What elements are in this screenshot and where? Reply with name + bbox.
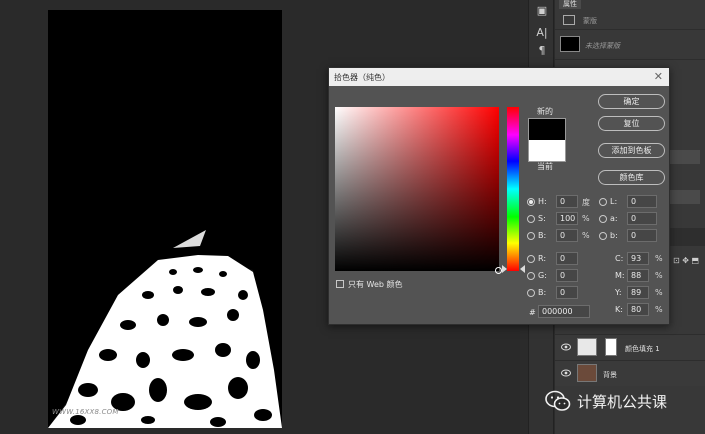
ok-button[interactable]: 确定	[598, 94, 665, 109]
yellow-input[interactable]: 89	[627, 286, 649, 299]
no-mask-row: 未选择蒙版	[555, 30, 705, 60]
color-libraries-button[interactable]: 颜色库	[598, 170, 665, 185]
canvas-artwork	[48, 230, 282, 428]
background-layer-thumbnail	[577, 364, 597, 382]
green-label: G:	[538, 271, 547, 280]
history-icon[interactable]: ▣	[532, 2, 552, 20]
new-color-swatch	[528, 118, 566, 140]
dialog-titlebar[interactable]: 拾色器（纯色） ✕	[329, 68, 669, 86]
blue-label: B:	[538, 288, 547, 297]
green-radio[interactable]	[527, 272, 535, 280]
hex-label: #	[529, 308, 536, 317]
brightness-radio[interactable]	[527, 232, 535, 240]
hue-slider[interactable]	[507, 107, 519, 271]
dialog-title: 拾色器（纯色）	[334, 73, 390, 82]
lab-a-radio[interactable]	[599, 215, 607, 223]
hue-slider-left-arrow[interactable]	[502, 265, 507, 273]
new-color-label: 新的	[537, 107, 553, 116]
brightness-label: B:	[538, 231, 547, 240]
layer-name: 颜色填充 1	[625, 345, 660, 353]
document-canvas[interactable]: WWW.16XX8.COM	[48, 10, 282, 428]
brightness-input[interactable]: 0	[556, 229, 578, 242]
lab-l-input[interactable]: 0	[627, 195, 657, 208]
yellow-label: Y:	[615, 288, 622, 297]
black-label: K:	[615, 305, 623, 314]
visibility-eye-icon[interactable]	[561, 369, 571, 377]
lab-b-radio[interactable]	[599, 232, 607, 240]
red-radio[interactable]	[527, 255, 535, 263]
no-mask-label: 未选择蒙版	[585, 42, 620, 50]
magenta-input[interactable]: 88	[627, 269, 649, 282]
fill-layer-thumbnail	[577, 338, 597, 356]
white-splatter-road	[48, 255, 282, 428]
black-input[interactable]: 80	[627, 303, 649, 316]
brand-watermark: 计算机公共课	[545, 390, 667, 412]
blue-input[interactable]: 0	[556, 286, 578, 299]
panel-control-b[interactable]	[670, 190, 700, 204]
layer-mask-thumbnail	[605, 338, 617, 356]
brightness-unit: %	[582, 231, 590, 240]
lab-l-radio[interactable]	[599, 198, 607, 206]
magenta-unit: %	[655, 271, 663, 280]
cyan-unit: %	[655, 254, 663, 263]
web-colors-only-checkbox[interactable]	[336, 280, 344, 288]
canvas-watermark: WWW.16XX8.COM	[52, 408, 119, 416]
color-field[interactable]	[335, 107, 499, 271]
layer-row[interactable]: 背景	[555, 360, 705, 386]
mask-thumbnail	[560, 36, 580, 52]
yellow-unit: %	[655, 288, 663, 297]
layer-name: 背景	[603, 371, 617, 379]
visibility-eye-icon[interactable]	[561, 343, 571, 351]
color-field-marker[interactable]	[495, 267, 502, 274]
hue-input[interactable]: 0	[556, 195, 578, 208]
character-icon[interactable]: A|	[532, 24, 552, 42]
brand-text: 计算机公共课	[577, 392, 668, 411]
reset-button[interactable]: 复位	[598, 116, 665, 131]
add-to-swatches-button[interactable]: 添加到色板	[598, 143, 665, 158]
current-color-label: 当前	[537, 162, 553, 171]
red-input[interactable]: 0	[556, 252, 578, 265]
hue-slider-right-arrow[interactable]	[520, 265, 525, 273]
current-color-swatch[interactable]	[528, 140, 566, 162]
magenta-label: M:	[615, 271, 625, 280]
wechat-icon	[545, 390, 571, 411]
blue-radio[interactable]	[527, 289, 535, 297]
saturation-radio[interactable]	[527, 215, 535, 223]
cyan-input[interactable]: 93	[627, 252, 649, 265]
color-picker-dialog: 拾色器（纯色） ✕ 新的 当前 确定 复位 添加到色板 颜色库 H: 0 度 S…	[328, 67, 670, 325]
hex-input[interactable]: 000000	[538, 305, 590, 318]
red-label: R:	[538, 254, 547, 263]
tab-properties[interactable]: 属性	[559, 0, 581, 9]
saturation-unit: %	[582, 214, 590, 223]
black-unit: %	[655, 305, 663, 314]
mask-label: 蒙版	[583, 17, 597, 25]
layer-lock-icons[interactable]: ⊡ ✥ ⬒	[673, 256, 703, 266]
saturation-label: S:	[538, 214, 546, 223]
saturation-input[interactable]: 100	[556, 212, 578, 225]
mask-row: 蒙版	[555, 10, 705, 30]
hue-radio[interactable]	[527, 198, 535, 206]
close-icon[interactable]: ✕	[654, 70, 663, 83]
lab-b-label: b:	[610, 231, 618, 240]
lab-b-input[interactable]: 0	[627, 229, 657, 242]
lab-a-input[interactable]: 0	[627, 212, 657, 225]
layer-row[interactable]: 颜色填充 1	[555, 334, 705, 360]
hue-label: H:	[538, 197, 547, 206]
web-colors-only-label: 只有 Web 颜色	[348, 280, 403, 289]
lab-l-label: L:	[610, 197, 618, 206]
lab-a-label: a:	[610, 214, 618, 223]
panel-control-a[interactable]	[670, 150, 700, 164]
paragraph-icon[interactable]: ¶	[532, 42, 552, 60]
panel-control-c[interactable]	[670, 228, 705, 246]
hue-unit: 度	[582, 198, 590, 207]
green-input[interactable]: 0	[556, 269, 578, 282]
cyan-label: C:	[615, 254, 624, 263]
mask-icon	[563, 15, 575, 25]
